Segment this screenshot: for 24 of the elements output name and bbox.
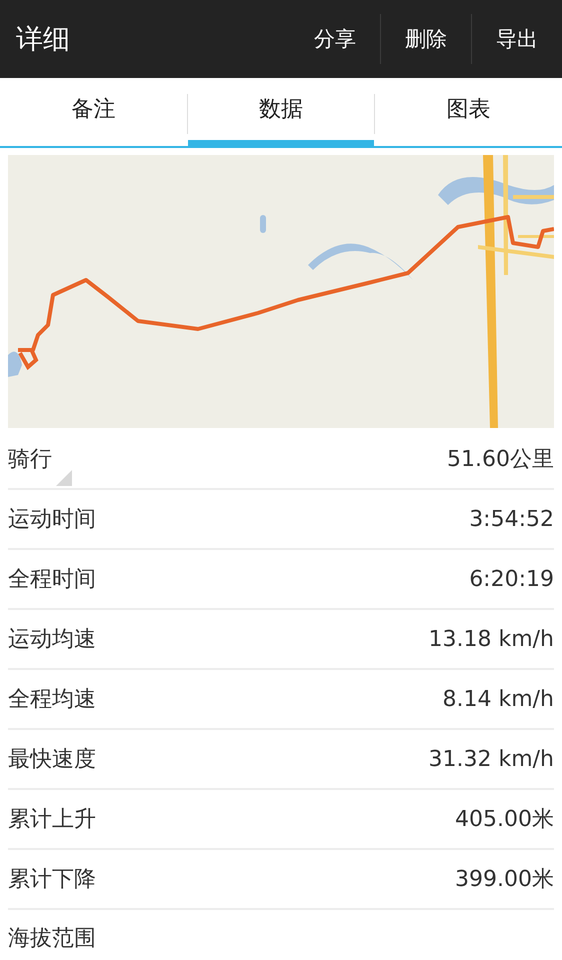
stat-label: 最快速度 (8, 746, 96, 774)
stat-value: 51.60公里 (447, 446, 554, 474)
screen-title: 详细 (16, 23, 71, 57)
dropdown-corner-icon[interactable] (56, 470, 72, 486)
stat-value: 3:54:52 (469, 506, 554, 532)
stat-value: 31.32 km/h (428, 746, 554, 772)
stat-label: 海拔范围 (8, 925, 96, 953)
stat-value: 6:20:19 (469, 566, 554, 592)
stat-label: 骑行 (8, 446, 52, 474)
action-button[interactable]: 删除 (380, 14, 471, 64)
stat-label: 运动均速 (8, 626, 96, 654)
stat-label: 全程时间 (8, 566, 96, 594)
stat-value: 399.00米 (455, 866, 554, 894)
stat-label: 累计上升 (8, 806, 96, 834)
stat-label: 运动时间 (8, 506, 96, 534)
tab[interactable]: 备注 (0, 78, 187, 148)
action-button[interactable]: 分享 (290, 14, 380, 64)
action-button[interactable]: 导出 (471, 14, 562, 64)
stat-value: 8.14 km/h (442, 686, 554, 712)
tab[interactable]: 图表 (375, 78, 562, 148)
stat-label: 累计下降 (8, 866, 96, 894)
stat-label: 全程均速 (8, 686, 96, 714)
stat-value: 13.18 km/h (428, 626, 554, 652)
stat-value: 405.00米 (455, 806, 554, 834)
